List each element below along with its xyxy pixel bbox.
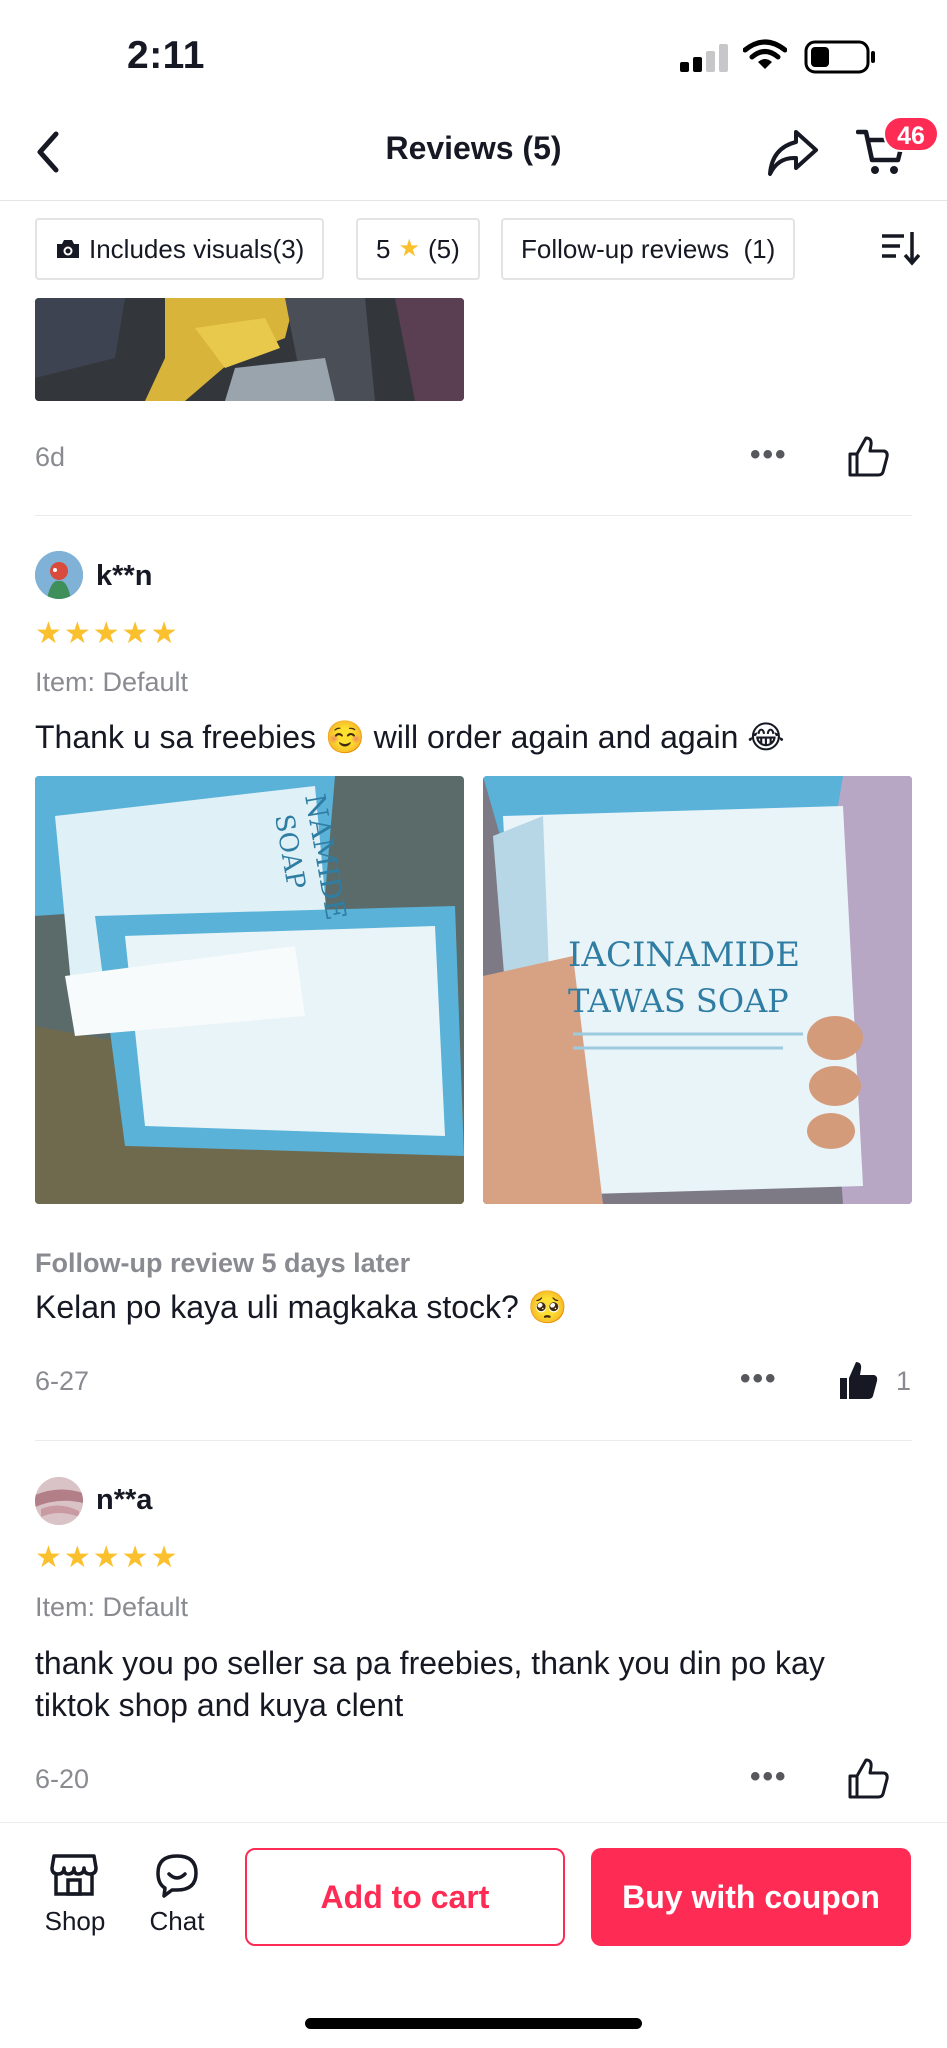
chat-label: Chat: [149, 1906, 205, 1936]
follow-up-label: Follow-up review 5 days later: [35, 1248, 411, 1278]
filter-five-stars[interactable]: 5 ★ (5): [356, 218, 480, 280]
camera-icon: [57, 240, 79, 258]
filter-includes-visuals[interactable]: Includes visuals(3): [35, 218, 325, 280]
like-count: 1: [896, 1366, 912, 1396]
filter-follow-up-reviews[interactable]: Follow-up reviews (1): [501, 218, 796, 280]
star-rating: ★★★★★: [35, 617, 180, 650]
filter-five-stars-count: (5): [427, 234, 460, 264]
wifi-icon: [743, 39, 787, 69]
shop-label: Shop: [44, 1906, 106, 1936]
reviewer-name: k**n: [96, 560, 153, 592]
sort-icon[interactable]: [880, 230, 920, 266]
share-icon[interactable]: [766, 128, 820, 178]
review-text: Thank u sa freebies ☺️ will order again …: [35, 719, 785, 755]
review-text: thank you po seller sa pa freebies, than…: [35, 1645, 825, 1723]
avatar: [35, 1477, 83, 1525]
filter-five-stars-number: 5: [376, 234, 391, 264]
more-options-button[interactable]: •••: [750, 438, 788, 472]
bottom-bar-divider: [0, 1822, 947, 1823]
follow-up-text: Kelan po kaya uli magkaka stock? 🥺: [35, 1289, 568, 1325]
review-item-variant: Item: Default: [35, 1592, 189, 1622]
thumbs-up-icon[interactable]: [846, 434, 890, 478]
review-date: 6-27: [35, 1366, 90, 1396]
photo-label-line1: IACINAMIDE: [568, 935, 800, 975]
review-photo[interactable]: [35, 298, 464, 401]
battery-icon: [804, 40, 875, 74]
review-date: 6-20: [35, 1764, 90, 1794]
shop-icon: [50, 1854, 98, 1896]
add-to-cart-button[interactable]: Add to cart: [245, 1848, 565, 1946]
filter-follow-up-label: Follow-up reviews (1): [521, 234, 776, 264]
filter-includes-visuals-label: Includes visuals(3): [89, 234, 305, 264]
shop-button[interactable]: Shop: [36, 1846, 114, 1946]
review-separator: [35, 1440, 912, 1441]
reviewer-name: n**a: [96, 1484, 153, 1516]
signal-icon: [680, 44, 730, 72]
avatar: [35, 551, 83, 599]
thumbs-up-icon[interactable]: [846, 1756, 890, 1800]
more-options-button[interactable]: •••: [740, 1362, 778, 1396]
review-date: 6d: [35, 442, 66, 472]
status-time: 2:11: [127, 34, 205, 77]
home-indicator: [305, 2018, 642, 2029]
buy-with-coupon-button[interactable]: Buy with coupon: [591, 1848, 911, 1946]
thumbs-up-filled-icon[interactable]: [836, 1358, 880, 1402]
review-separator: [35, 515, 912, 516]
chat-button[interactable]: Chat: [140, 1846, 214, 1946]
star-rating: ★★★★★: [35, 1541, 180, 1574]
more-options-button[interactable]: •••: [750, 1760, 788, 1794]
review-photo[interactable]: IACINAMIDE TAWAS SOAP: [483, 776, 912, 1204]
cart-count-badge: 46: [883, 116, 939, 152]
photo-label-line2: TAWAS SOAP: [568, 982, 789, 1020]
review-photo[interactable]: NAMIDE SOAP: [35, 776, 464, 1204]
chat-icon: [156, 1854, 198, 1898]
review-item-variant: Item: Default: [35, 667, 189, 697]
header-divider: [0, 200, 947, 201]
star-icon: ★: [398, 235, 420, 262]
